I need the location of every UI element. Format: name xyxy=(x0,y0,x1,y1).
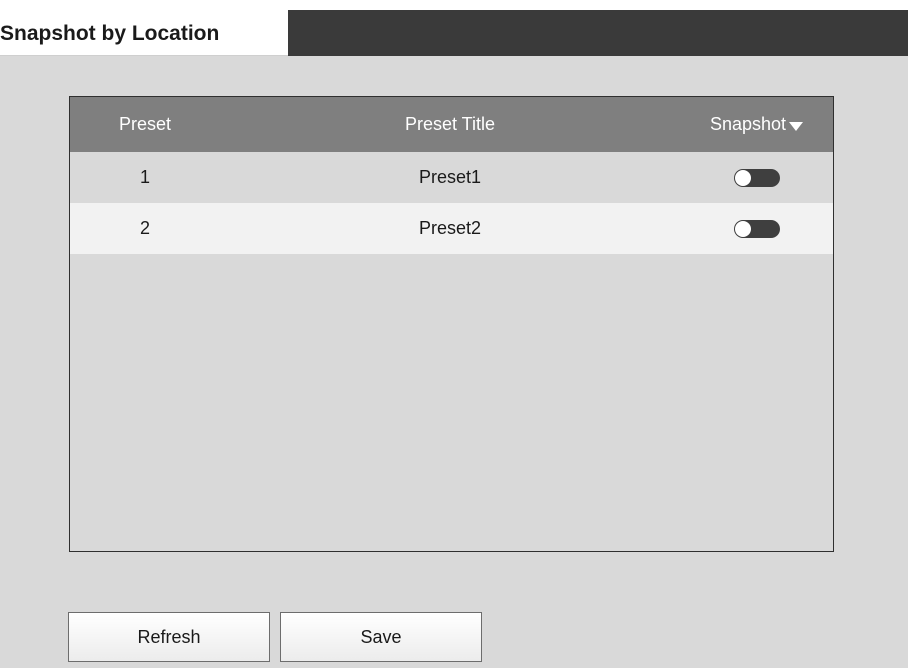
snapshot-cell xyxy=(680,152,833,203)
table-row: 2 Preset2 xyxy=(70,203,833,254)
toggle-knob xyxy=(734,169,751,186)
column-header-preset: Preset xyxy=(118,114,172,134)
preset-title: Preset1 xyxy=(418,167,482,187)
snapshot-toggle[interactable] xyxy=(733,219,780,238)
table-header: Preset Preset Title Snapshot xyxy=(70,97,833,152)
preset-number: 2 xyxy=(139,218,150,238)
page-title: Snapshot by Location xyxy=(0,22,220,45)
snapshot-cell xyxy=(680,203,833,254)
preset-number: 1 xyxy=(139,167,150,187)
snapshot-toggle[interactable] xyxy=(733,168,780,187)
table-row: 1 Preset1 xyxy=(70,152,833,203)
column-header-preset-title: Preset Title xyxy=(404,114,496,134)
toggle-knob xyxy=(734,220,751,237)
page-title-box: Snapshot by Location xyxy=(0,10,288,56)
column-header-snapshot-label: Snapshot xyxy=(709,114,787,134)
page-header: Snapshot by Location xyxy=(0,10,908,56)
top-strip xyxy=(0,0,908,10)
refresh-button[interactable]: Refresh xyxy=(68,612,270,662)
save-button[interactable]: Save xyxy=(280,612,482,662)
preset-title: Preset2 xyxy=(418,218,482,238)
preset-table: Preset Preset Title Snapshot 1 Preset1 2… xyxy=(69,96,834,552)
column-header-snapshot[interactable]: Snapshot xyxy=(680,97,833,152)
caret-down-icon[interactable] xyxy=(789,121,804,131)
